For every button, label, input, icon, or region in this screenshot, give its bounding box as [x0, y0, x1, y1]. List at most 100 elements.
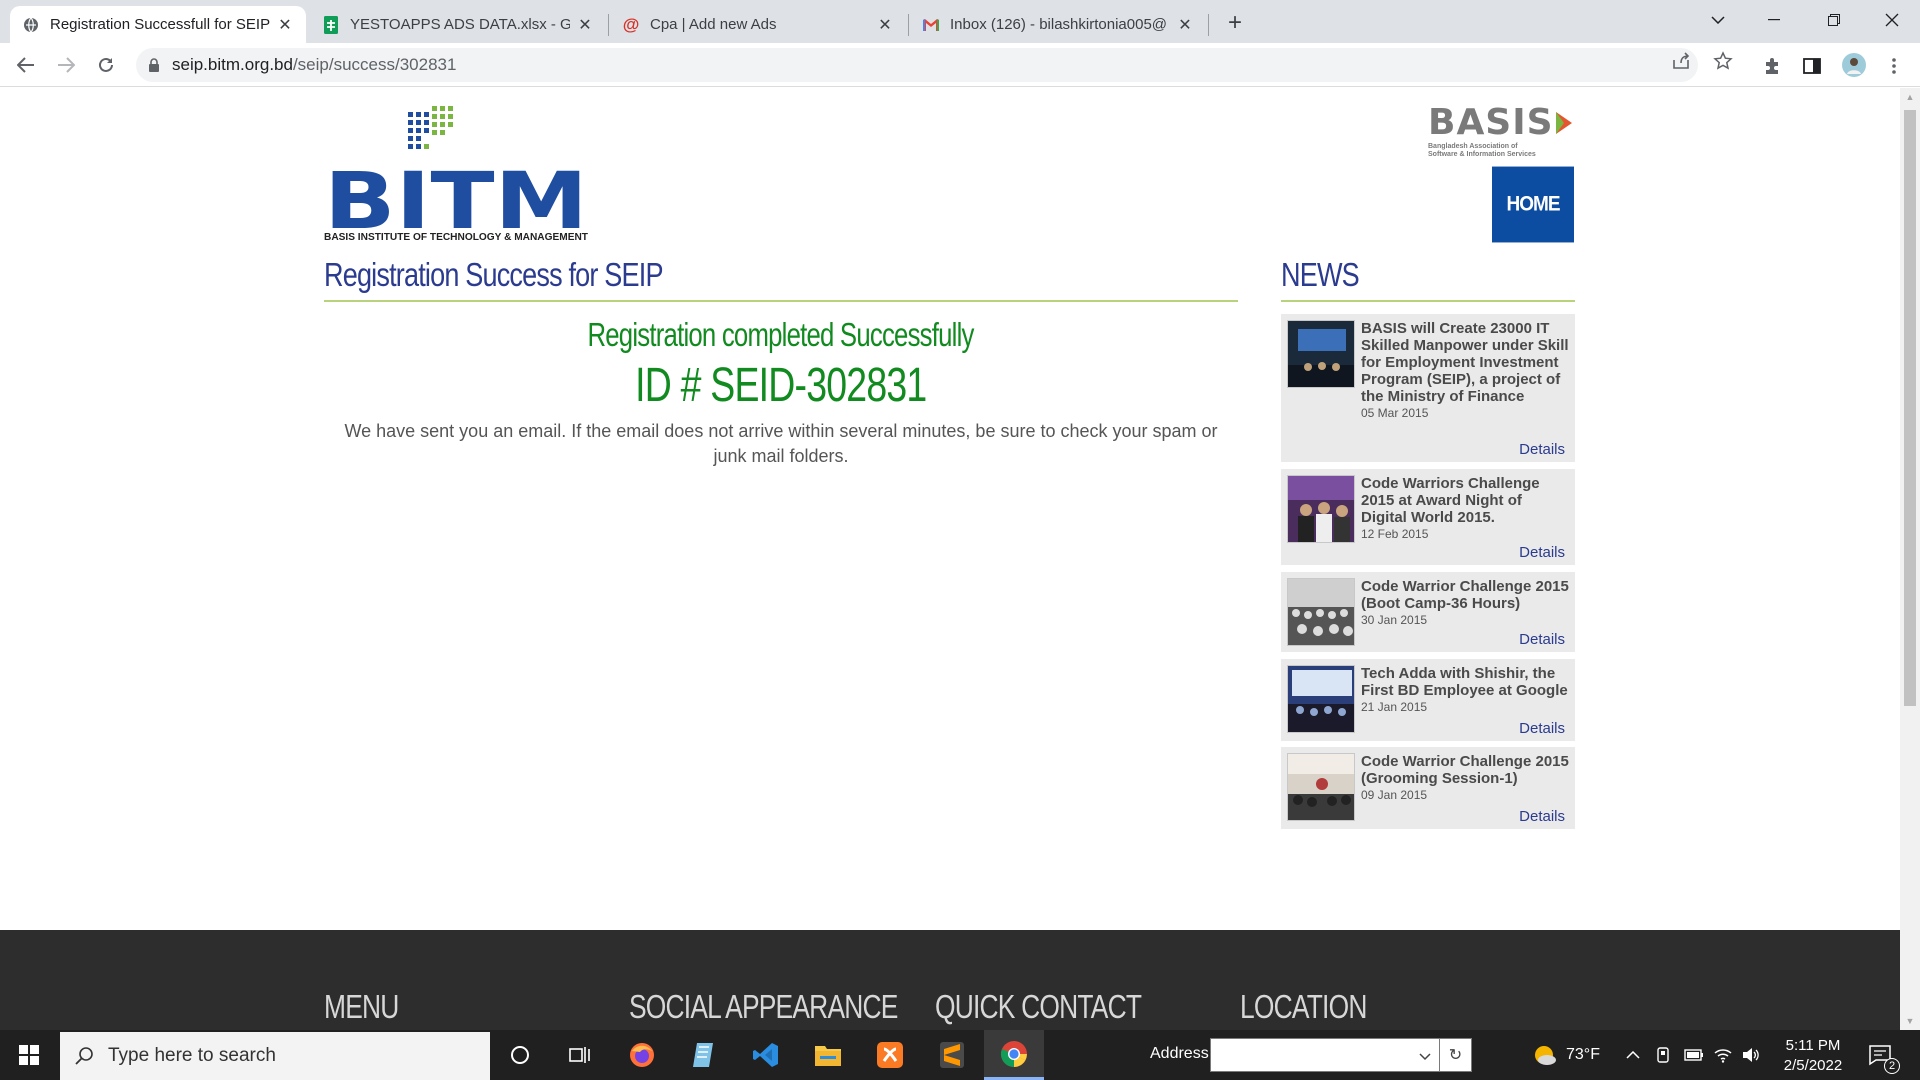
cortana-icon[interactable] [490, 1030, 550, 1080]
scrollbar-thumb[interactable] [1904, 110, 1916, 706]
news-thumbnail[interactable] [1287, 475, 1355, 543]
minimize-button[interactable] [1746, 0, 1802, 40]
address-go-refresh-icon[interactable]: ↻ [1440, 1038, 1472, 1072]
home-nav-button[interactable]: HOME [1492, 166, 1574, 243]
news-date: 05 Mar 2015 [1361, 406, 1429, 420]
news-thumbnail[interactable] [1287, 320, 1355, 388]
temperature: 73°F [1566, 1046, 1600, 1063]
news-headline[interactable]: Code Warrior Challenge 2015 (Grooming Se… [1361, 753, 1569, 787]
news-thumbnail[interactable] [1287, 665, 1355, 733]
success-heading-text: Registration completed Successfully [587, 316, 975, 353]
extensions-puzzle-icon[interactable] [1760, 54, 1784, 78]
address-toolbar-input[interactable] [1210, 1038, 1440, 1072]
basis-wordmark: BASIS [1428, 102, 1554, 143]
windows-start-button[interactable] [0, 1030, 58, 1080]
tab-cpa[interactable]: @ Cpa | Add new Ads ✕ [610, 6, 906, 43]
share-icon[interactable] [1670, 50, 1692, 72]
address-toolbar-label: Address [1150, 1045, 1209, 1062]
news-thumbnail[interactable] [1287, 753, 1355, 821]
news-item: Code Warrior Challenge 2015 (Boot Camp-3… [1281, 572, 1575, 652]
url-path: /seip/success/302831 [292, 55, 457, 74]
news-details-link[interactable]: Details [1519, 631, 1565, 648]
weather-sun-icon [1535, 1046, 1556, 1065]
page-scrollbar[interactable]: ▲ ▼ [1900, 88, 1920, 1030]
news-thumbnail[interactable] [1287, 578, 1355, 646]
chrome-icon[interactable] [984, 1030, 1044, 1080]
tab-title: Inbox (126) - bilashkirtonia005@ [950, 16, 1168, 33]
wifi-icon[interactable] [1714, 1030, 1732, 1080]
forward-arrow-icon[interactable] [50, 49, 82, 81]
taskbar-search-box[interactable]: Type here to search [60, 1032, 490, 1080]
notification-center-icon[interactable]: 2 [1868, 1030, 1900, 1080]
browser-tab-bar: Registration Successfull for SEIP| ✕ YES… [0, 0, 1920, 43]
back-arrow-icon[interactable] [10, 49, 42, 81]
reload-icon[interactable] [90, 49, 122, 81]
new-tab-button[interactable]: + [1220, 8, 1250, 38]
tab-search-chevron-icon[interactable] [1690, 0, 1746, 40]
registration-id-text: ID # SEID-302831 [635, 359, 927, 412]
news-details-link[interactable]: Details [1519, 441, 1565, 458]
lock-icon[interactable] [136, 57, 172, 73]
weather-widget[interactable]: 73°F [1532, 1030, 1600, 1080]
show-hidden-icons-chevron-icon[interactable] [1626, 1030, 1640, 1080]
side-panel-icon[interactable] [1800, 54, 1824, 78]
system-clock[interactable]: 5:11 PM 2/5/2022 [1768, 1036, 1858, 1076]
news-date: 21 Jan 2015 [1361, 700, 1428, 714]
notification-count-badge: 2 [1884, 1058, 1900, 1074]
globe-icon [22, 16, 40, 34]
news-details-link[interactable]: Details [1519, 544, 1565, 561]
battery-icon[interactable] [1684, 1030, 1704, 1080]
news-headline[interactable]: Code Warriors Challenge 2015 at Award Ni… [1361, 475, 1569, 526]
windows-taskbar: Type here to search Address ↻ 73°F 5:11 … [0, 1030, 1920, 1080]
news-text: Code Warriors Challenge 2015 at Award Ni… [1361, 475, 1569, 541]
close-window-button[interactable] [1864, 0, 1920, 40]
basis-subtitle: Bangladesh Association of Software & Inf… [1428, 143, 1536, 158]
scroll-down-arrow-icon[interactable]: ▼ [1905, 1016, 1915, 1026]
close-tab-icon[interactable]: ✕ [576, 16, 594, 34]
tab-separator [1208, 14, 1209, 36]
url-host: seip.bitm.org.bd [172, 55, 293, 74]
footer-heading-contact: QUICK CONTACT [935, 988, 1142, 1025]
tab-title: Cpa | Add new Ads [650, 16, 777, 33]
news-headline[interactable]: Tech Adda with Shishir, the First BD Emp… [1361, 665, 1569, 699]
xampp-icon[interactable] [860, 1030, 920, 1080]
news-details-link[interactable]: Details [1519, 720, 1565, 737]
news-item: Tech Adda with Shishir, the First BD Emp… [1281, 659, 1575, 741]
success-heading: Registration completed Successfully [324, 316, 1238, 354]
email-notice: We have sent you an email. If the email … [344, 421, 1218, 466]
tab-gmail[interactable]: Inbox (126) - bilashkirtonia005@ ✕ [910, 6, 1206, 43]
tab-registration[interactable]: Registration Successfull for SEIP| ✕ [10, 6, 306, 43]
news-headline[interactable]: Code Warrior Challenge 2015 (Boot Camp-3… [1361, 578, 1569, 612]
scroll-up-arrow-icon[interactable]: ▲ [1905, 92, 1915, 102]
vscode-icon[interactable] [736, 1030, 796, 1080]
task-view-icon[interactable] [550, 1030, 610, 1080]
bitm-logo[interactable]: BITM BASIS INSTITUTE OF TECHNOLOGY & MAN… [324, 106, 590, 247]
chevron-down-icon[interactable] [1419, 1048, 1431, 1066]
tab-separator [608, 14, 609, 36]
close-tab-icon[interactable]: ✕ [276, 16, 294, 34]
news-date: 30 Jan 2015 [1361, 613, 1428, 627]
logo-subtitle: BASIS INSTITUTE OF TECHNOLOGY & MANAGEME… [324, 232, 588, 242]
notepad-icon[interactable] [674, 1030, 734, 1080]
firefox-icon[interactable] [612, 1030, 672, 1080]
tab-sheets[interactable]: YESTOAPPS ADS DATA.xlsx - Goo ✕ [310, 6, 606, 43]
close-tab-icon[interactable]: ✕ [1176, 16, 1194, 34]
profile-avatar[interactable] [1840, 51, 1868, 79]
news-text: Code Warrior Challenge 2015 (Boot Camp-3… [1361, 578, 1569, 627]
volume-icon[interactable] [1742, 1030, 1760, 1080]
sublime-text-icon[interactable] [922, 1030, 982, 1080]
news-text: BASIS will Create 23000 IT Skilled Manpo… [1361, 320, 1569, 420]
bookmark-star-icon[interactable] [1712, 50, 1734, 72]
news-details-link[interactable]: Details [1519, 808, 1565, 825]
tab-separator [908, 14, 909, 36]
file-explorer-icon[interactable] [798, 1030, 858, 1080]
basis-arrow-icon [1555, 111, 1572, 134]
close-tab-icon[interactable]: ✕ [876, 16, 894, 34]
restore-button[interactable] [1806, 0, 1862, 40]
meet-now-icon[interactable] [1656, 1030, 1672, 1080]
basis-logo[interactable]: BASIS Bangladesh Association of Software… [1428, 102, 1578, 158]
more-menu-icon[interactable] [1882, 54, 1906, 78]
news-headline[interactable]: BASIS will Create 23000 IT Skilled Manpo… [1361, 320, 1569, 405]
bitm-logo-graphic: BITM BASIS INSTITUTE OF TECHNOLOGY & MAN… [324, 106, 588, 247]
address-bar[interactable]: seip.bitm.org.bd/seip/success/302831 [136, 48, 1698, 82]
